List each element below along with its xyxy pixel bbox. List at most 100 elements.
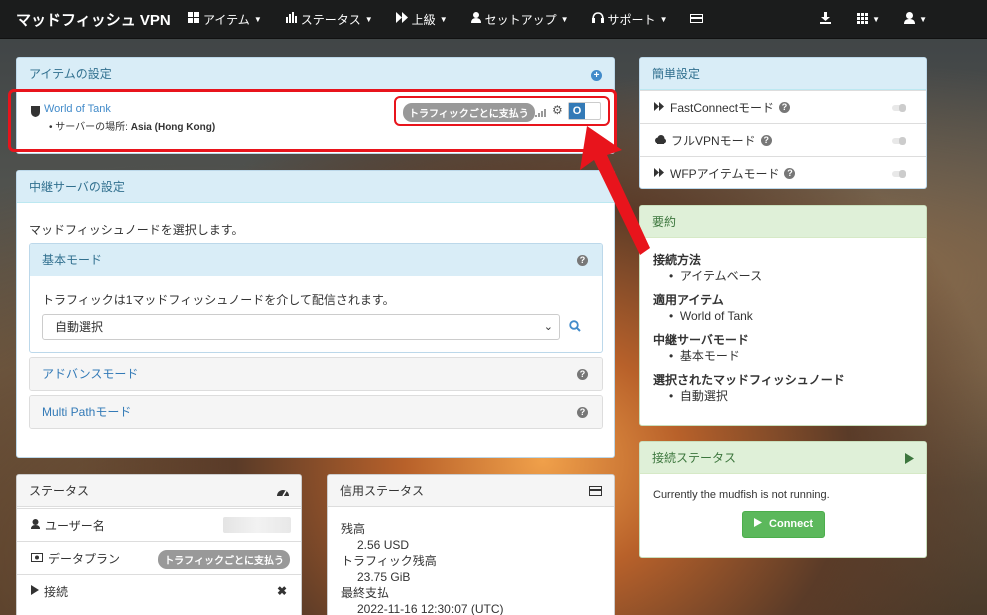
summary-value: • 自動選択 [669, 389, 728, 403]
multipath-mode-panel[interactable]: Multi Pathモード ? [29, 395, 603, 429]
help-icon[interactable]: ? [577, 369, 588, 380]
bar-chart-icon [285, 12, 297, 26]
traffic-value: 23.75 GiB [357, 570, 411, 584]
panel-title: ステータス [29, 484, 90, 498]
nav-credit-card[interactable] [690, 12, 704, 26]
help-icon[interactable]: ? [784, 167, 796, 179]
headphones-icon [591, 12, 604, 26]
item-settings-heading: アイテムの設定 + [17, 58, 614, 90]
summary-label: 選択されたマッドフィッシュノード [653, 373, 845, 387]
connection-label: 接続 [44, 584, 69, 599]
brand[interactable]: マッドフィッシュ VPN [0, 9, 188, 30]
basic-mode-panel: 基本モード ? トラフィックは1マッドフィッシュノードを介して配信されます。 自… [29, 243, 603, 353]
multipath-mode-heading[interactable]: Multi Pathモード ? [30, 396, 602, 428]
username-label: ユーザー名 [45, 518, 105, 533]
full-vpn-toggle[interactable] [892, 137, 906, 145]
chevron-down-icon: ⌄ [543, 321, 553, 333]
apps-menu[interactable]: ▼ [857, 12, 881, 27]
caret-down-icon: ▼ [872, 15, 881, 24]
nav-right: ▼ ▼ [820, 0, 987, 39]
traffic-label: トラフィック残高 [341, 554, 437, 568]
play-icon [753, 518, 765, 530]
nav-items[interactable]: アイテム ▼ [188, 11, 262, 28]
fastconnect-label: FastConnectモード [670, 100, 775, 115]
user-menu[interactable]: ▼ [904, 12, 927, 27]
relay-panel: 中継サーバの設定 マッドフィッシュノードを選択します。 基本モード ? トラフィ… [16, 170, 615, 458]
quick-settings-heading: 簡単設定 [640, 58, 926, 90]
fast-forward-icon [654, 166, 664, 180]
id-card-icon [31, 551, 43, 565]
wfp-toggle[interactable] [892, 170, 906, 178]
basic-mode-heading[interactable]: 基本モード ? [30, 244, 602, 276]
caret-down-icon: ▼ [560, 14, 569, 24]
credit-heading: 信用ステータス [328, 475, 614, 507]
connection-message: Currently the mudfish is not running. [653, 489, 830, 501]
panel-title: 信用ステータス [340, 484, 425, 498]
status-panel: ステータス ユーザー名 データプラン トラフィックごとに支払う 接続 ✖ [16, 474, 302, 615]
add-item-button[interactable]: + [591, 58, 602, 90]
panel-title: 要約 [652, 215, 677, 229]
toggle-highlight-box [394, 96, 610, 126]
caret-down-icon: ▼ [253, 14, 262, 24]
apps-grid-icon [857, 12, 869, 27]
last-payment-value: 2022-11-16 12:30:07 (UTC) [357, 602, 504, 615]
credit-card-icon [690, 12, 704, 26]
summary-value-text: 基本モード [679, 349, 740, 363]
relay-heading: 中継サーバの設定 [17, 171, 614, 203]
wfp-row: WFPアイテムモード ? [640, 156, 926, 188]
search-icon[interactable] [569, 320, 581, 335]
nav-advanced-label: 上級 [411, 12, 436, 27]
connect-label: Connect [769, 518, 814, 530]
plus-circle-icon: + [591, 70, 602, 81]
caret-down-icon: ▼ [919, 15, 927, 24]
summary-label: 適用アイテム [653, 293, 724, 307]
nav-advanced[interactable]: 上級 ▼ [395, 11, 448, 28]
credit-panel: 信用ステータス 残高 2.56 USD トラフィック残高 23.75 GiB 最… [327, 474, 615, 615]
user-icon [470, 12, 481, 26]
panel-title: アイテムの設定 [29, 67, 112, 81]
node-select-value: 自動選択 [55, 320, 104, 334]
fastconnect-toggle[interactable] [892, 104, 906, 112]
user-icon [31, 518, 40, 532]
panel-title: 簡単設定 [652, 67, 701, 81]
connection-status-heading: 接続ステータス [640, 442, 926, 474]
summary-value: • アイテムベース [669, 269, 763, 283]
username-row: ユーザー名 [17, 508, 301, 541]
fastconnect-row: FastConnectモード ? [640, 90, 926, 123]
nav-setup[interactable]: セットアップ ▼ [470, 11, 569, 28]
nav-setup-label: セットアップ [484, 12, 557, 27]
summary-value-text: アイテムベース [679, 269, 763, 283]
grid-icon [188, 12, 199, 26]
summary-value: • 基本モード [669, 349, 740, 363]
quick-settings-panel: 簡単設定 FastConnectモード ? フルVPNモード ? WFPアイテム… [639, 57, 927, 189]
full-vpn-row: フルVPNモード ? [640, 123, 926, 156]
advanced-mode-heading[interactable]: アドバンスモード ? [30, 358, 602, 390]
dashboard-icon [277, 475, 289, 509]
play-icon[interactable] [905, 442, 914, 476]
username-redacted [223, 517, 291, 533]
data-plan-row: データプラン トラフィックごとに支払う [17, 541, 301, 574]
download-button[interactable] [820, 12, 832, 27]
cloud-icon [654, 133, 666, 147]
connect-button[interactable]: Connect [742, 511, 825, 538]
fast-forward-icon [395, 12, 408, 26]
help-icon[interactable]: ? [760, 134, 772, 146]
user-icon [904, 12, 916, 27]
summary-label: 接続方法 [653, 253, 702, 267]
node-select[interactable]: 自動選択 ⌄ [42, 314, 560, 340]
summary-value-text: 自動選択 [679, 389, 728, 403]
advanced-mode-title: アドバンスモード [42, 367, 139, 381]
help-icon[interactable]: ? [779, 101, 791, 113]
help-icon[interactable]: ? [577, 407, 588, 418]
nav-support-label: サポート [607, 12, 656, 27]
nav-items-label: アイテム [203, 12, 250, 27]
summary-panel: 要約 接続方法 • アイテムベース 適用アイテム • World of Tank… [639, 205, 927, 426]
nav-support[interactable]: サポート ▼ [591, 11, 667, 28]
nav-status[interactable]: ステータス ▼ [285, 11, 373, 28]
summary-value: • World of Tank [669, 309, 753, 323]
data-plan-label: データプラン [48, 551, 121, 566]
data-plan-badge: トラフィックごとに支払う [158, 550, 290, 569]
help-icon[interactable]: ? [577, 255, 588, 266]
summary-body: 接続方法 • アイテムベース 適用アイテム • World of Tank 中継… [653, 252, 845, 404]
advanced-mode-panel[interactable]: アドバンスモード ? [29, 357, 603, 391]
